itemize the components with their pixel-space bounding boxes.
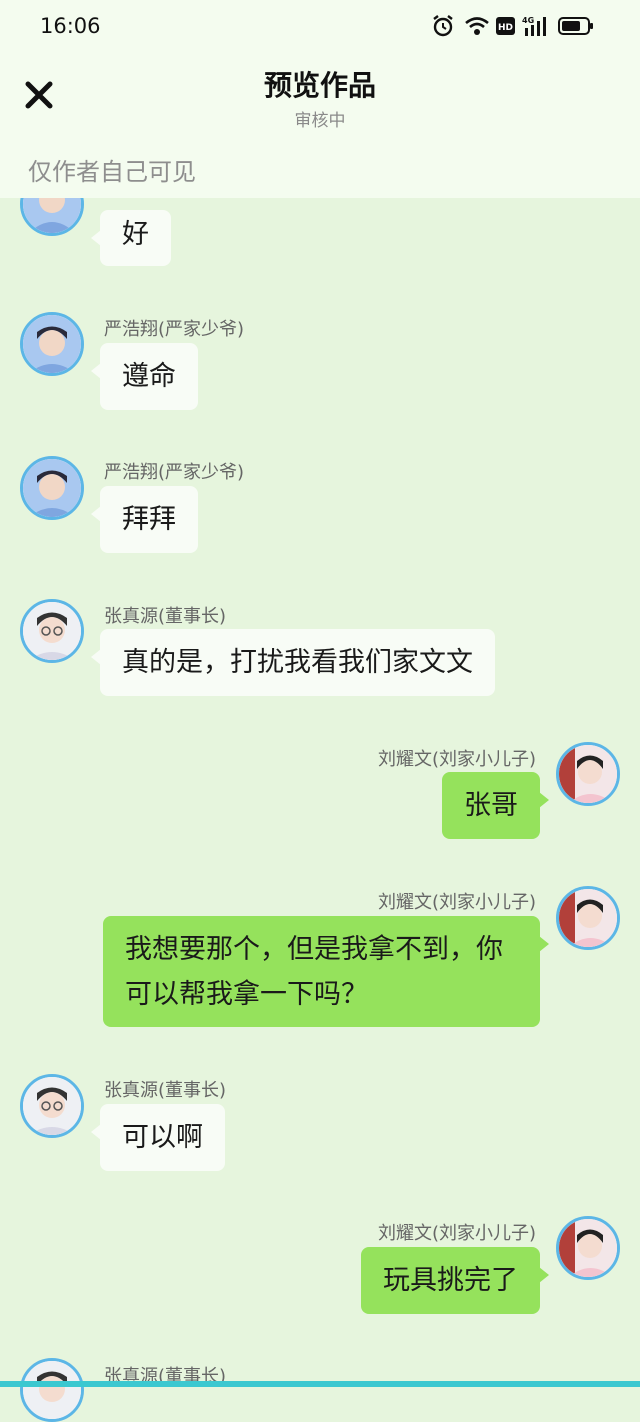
- hd-icon: HD: [496, 14, 516, 42]
- message-bubble[interactable]: 好: [91, 210, 171, 266]
- avatar[interactable]: [556, 742, 620, 806]
- bottom-indicator: [0, 1381, 640, 1387]
- message-bubble[interactable]: 可以啊: [91, 1104, 225, 1171]
- avatar[interactable]: [20, 456, 84, 520]
- avatar[interactable]: [556, 1216, 620, 1280]
- review-status: 审核中: [294, 111, 346, 131]
- message-bubble[interactable]: 张哥: [442, 772, 549, 839]
- sender-name: 刘耀文(刘家小儿子): [377, 1223, 536, 1244]
- sender-name: 张真源(董事长): [104, 606, 227, 627]
- sender-name: 严浩翔(严家少爷): [104, 462, 245, 483]
- avatar[interactable]: [20, 1358, 84, 1422]
- message-bubble[interactable]: 我想要那个，但是我拿不到，你可以帮我拿一下吗？: [103, 916, 549, 1027]
- battery-icon: [558, 14, 594, 42]
- message-bubble[interactable]: 真的是，打扰我看我们家文文: [91, 629, 495, 696]
- sender-name: 刘耀文(刘家小儿子): [377, 892, 536, 913]
- svg-text:HD: HD: [498, 23, 513, 33]
- page-title: 预览作品: [263, 69, 376, 102]
- message-bubble[interactable]: 遵命: [91, 343, 198, 410]
- status-icons: HD 4G: [432, 14, 602, 42]
- avatar[interactable]: [20, 312, 84, 376]
- svg-text:4G: 4G: [522, 16, 534, 25]
- status-bar: 16:06 HD 4G: [0, 0, 640, 56]
- wifi-icon: [464, 14, 490, 42]
- status-time: 16:06: [40, 14, 101, 38]
- chat-area[interactable]: 好 严浩翔(严家少爷) 遵命 严浩翔(严家少爷) 拜拜 张真源(董事长) 真的是…: [0, 0, 640, 1422]
- alarm-icon: [432, 14, 454, 42]
- message-bubble[interactable]: 玩具挑完了: [361, 1247, 549, 1314]
- avatar[interactable]: [20, 1074, 84, 1138]
- message-bubble[interactable]: 拜拜: [91, 486, 198, 553]
- visibility-note: 仅作者自己可见: [28, 158, 196, 186]
- avatar[interactable]: [20, 599, 84, 663]
- avatar[interactable]: [556, 886, 620, 950]
- signal-icon: 4G: [522, 14, 550, 42]
- sender-name: 刘耀文(刘家小儿子): [377, 749, 536, 770]
- sender-name: 严浩翔(严家少爷): [104, 319, 245, 340]
- header: 16:06 HD 4G 预览作品 审核中 仅作者自己可见: [0, 0, 640, 198]
- sender-name: 张真源(董事长): [104, 1080, 227, 1101]
